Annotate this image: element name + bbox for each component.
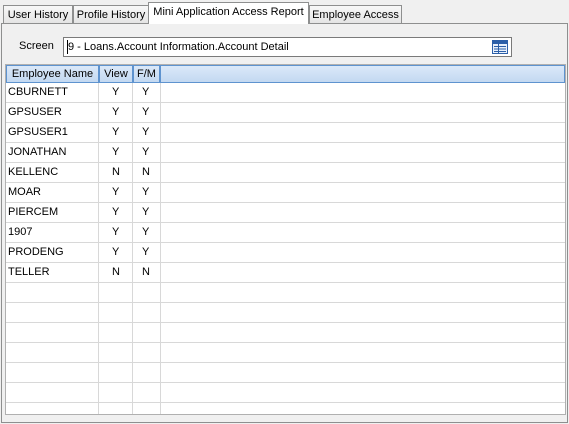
fm-cell: Y — [142, 146, 150, 158]
empty-row — [6, 343, 565, 363]
column-header-fm[interactable]: F/M — [133, 65, 160, 83]
column-divider — [132, 83, 133, 414]
view-cell: Y — [112, 146, 120, 158]
table-row[interactable]: PRODENG Y Y — [6, 243, 565, 263]
view-cell: Y — [112, 206, 120, 218]
view-cell: N — [112, 266, 120, 278]
employee-name-cell: KELLENC — [8, 166, 59, 178]
access-grid: Employee Name View F/M CBURNETT Y Y GPSUSER… — [5, 64, 566, 415]
employee-name-cell: CBURNETT — [8, 86, 68, 98]
table-row[interactable]: GPSUSER Y Y — [6, 103, 565, 123]
empty-row — [6, 383, 565, 403]
tab-label: Profile History — [76, 9, 146, 21]
column-divider — [98, 83, 99, 414]
screen-label: Screen — [19, 40, 54, 52]
empty-row — [6, 283, 565, 303]
screen-value: 9 - Loans.Account Information.Account De… — [68, 41, 289, 53]
tab-employee-access[interactable]: Employee Access — [309, 5, 402, 23]
tab-strip: User History Profile History Mini Applic… — [0, 0, 569, 24]
fm-cell: Y — [142, 226, 150, 238]
column-header-empty — [160, 65, 565, 83]
fm-cell: Y — [142, 206, 150, 218]
view-cell: Y — [112, 186, 120, 198]
table-row[interactable]: KELLENC N N — [6, 163, 565, 183]
fm-cell: Y — [142, 86, 150, 98]
employee-name-cell: MOAR — [8, 186, 41, 198]
tab-label: Mini Application Access Report — [153, 6, 304, 18]
list-view-icon[interactable] — [491, 39, 509, 55]
view-cell: Y — [112, 126, 120, 138]
column-header-label: Employee Name — [11, 68, 94, 80]
fm-cell: Y — [142, 186, 150, 198]
table-row[interactable]: JONATHAN Y Y — [6, 143, 565, 163]
view-cell: N — [112, 166, 120, 178]
employee-name-cell: JONATHAN — [8, 146, 67, 158]
view-cell: Y — [112, 226, 120, 238]
table-row[interactable]: GPSUSER1 Y Y — [6, 123, 565, 143]
empty-row — [6, 363, 565, 383]
tab-label: Employee Access — [312, 9, 399, 21]
table-row[interactable]: CBURNETT Y Y — [6, 83, 565, 103]
tab-profile-history[interactable]: Profile History — [73, 5, 149, 23]
employee-name-cell: GPSUSER — [8, 106, 62, 118]
view-cell: Y — [112, 106, 120, 118]
employee-name-cell: 1907 — [8, 226, 33, 238]
view-cell: Y — [112, 86, 120, 98]
fm-cell: N — [142, 266, 150, 278]
empty-row — [6, 403, 565, 414]
employee-name-cell: GPSUSER1 — [8, 126, 68, 138]
fm-cell: Y — [142, 126, 150, 138]
employee-name-cell: PRODENG — [8, 246, 64, 258]
table-row[interactable]: 1907 Y Y — [6, 223, 565, 243]
fm-cell: Y — [142, 106, 150, 118]
tab-label: User History — [7, 9, 69, 21]
fm-cell: N — [142, 166, 150, 178]
column-divider — [160, 83, 161, 414]
column-header-label: View — [104, 68, 128, 80]
table-row[interactable]: PIERCEM Y Y — [6, 203, 565, 223]
tab-user-history[interactable]: User History — [3, 5, 73, 23]
column-header-view[interactable]: View — [99, 65, 133, 83]
column-header-employee-name[interactable]: Employee Name — [6, 65, 99, 83]
employee-name-cell: TELLER — [8, 266, 50, 278]
screen-selector[interactable]: 9 - Loans.Account Information.Account De… — [63, 37, 512, 57]
text-caret — [67, 40, 68, 54]
empty-row — [6, 303, 565, 323]
table-row[interactable]: TELLER N N — [6, 263, 565, 283]
empty-row — [6, 323, 565, 343]
column-header-label: F/M — [137, 68, 156, 80]
tab-mini-application-access-report[interactable]: Mini Application Access Report — [148, 2, 309, 24]
view-cell: Y — [112, 246, 120, 258]
fm-cell: Y — [142, 246, 150, 258]
employee-name-cell: PIERCEM — [8, 206, 59, 218]
table-row[interactable]: MOAR Y Y — [6, 183, 565, 203]
